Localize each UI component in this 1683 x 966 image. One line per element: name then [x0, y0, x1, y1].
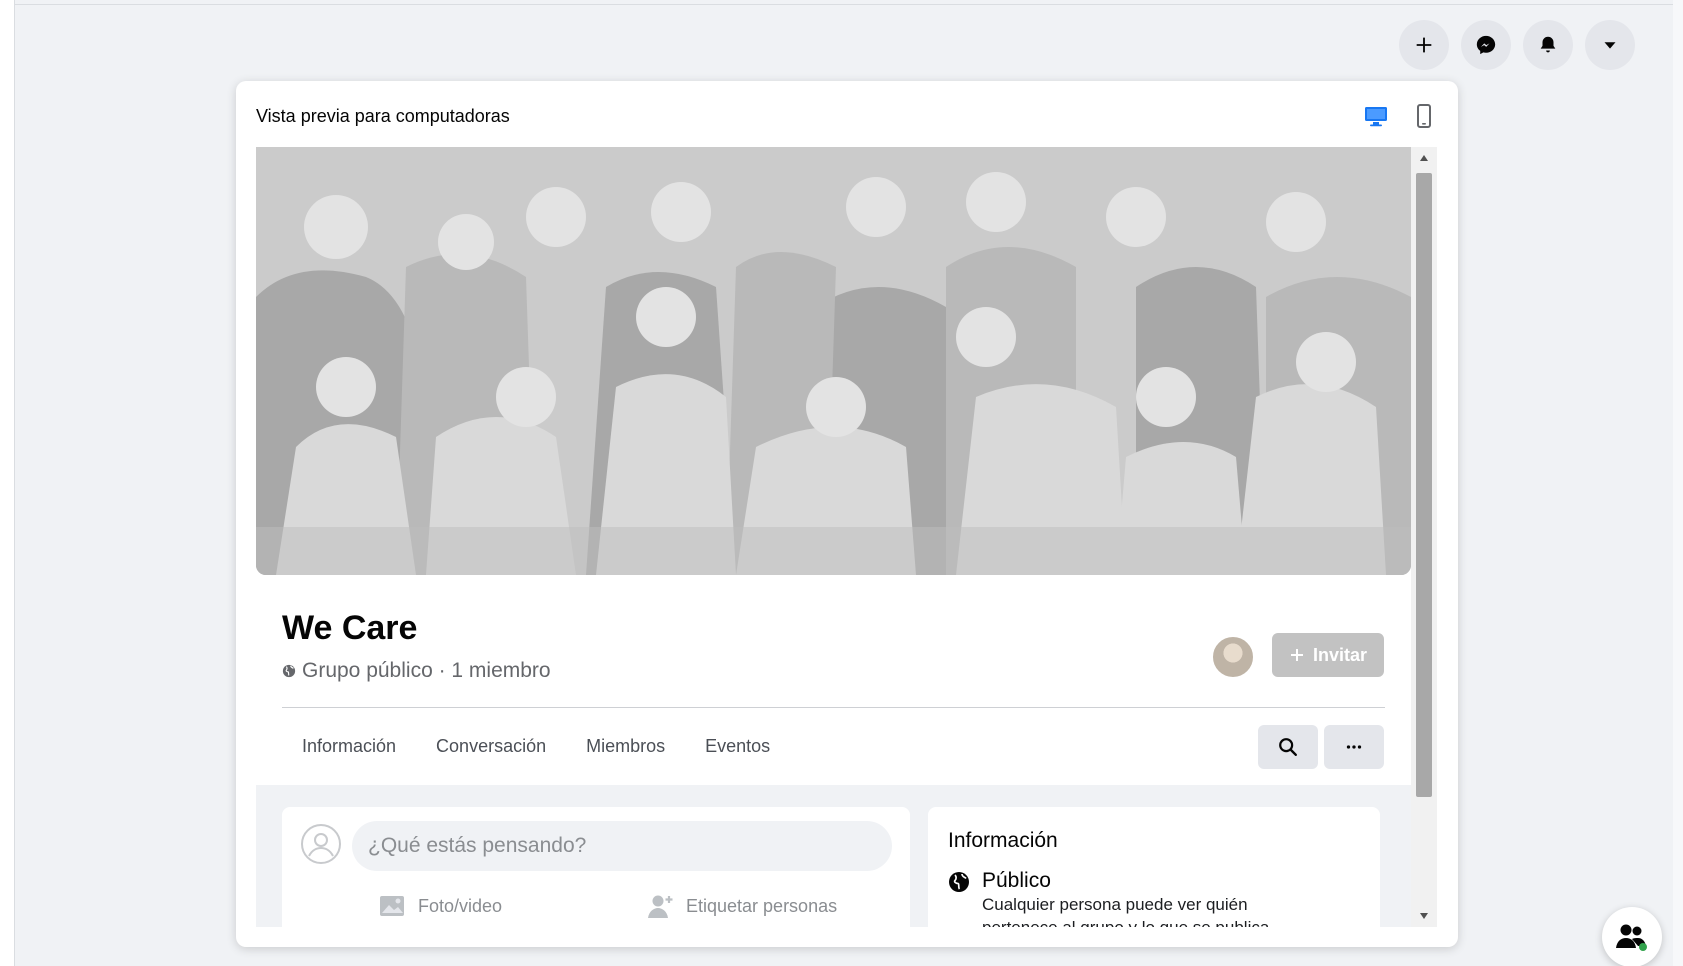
header-divider — [282, 707, 1385, 708]
right-edge-panel — [1673, 0, 1683, 966]
group-name: We Care — [282, 609, 418, 647]
user-avatar-icon — [301, 824, 341, 864]
group-preview-viewport: We Care Grupo público · 1 miembro Invita… — [256, 147, 1437, 927]
people-icon — [1616, 924, 1647, 951]
messenger-icon — [1476, 35, 1496, 55]
account-menu-button[interactable] — [1585, 20, 1635, 70]
top-action-bar — [1399, 20, 1635, 70]
messenger-button[interactable] — [1461, 20, 1511, 70]
preview-scrollbar[interactable] — [1411, 147, 1437, 927]
monitor-icon[interactable] — [1362, 102, 1390, 130]
photo-video-label: Foto/video — [418, 895, 503, 916]
search-icon — [1279, 738, 1297, 756]
scroll-thumb[interactable] — [1416, 173, 1432, 797]
globe-icon — [949, 872, 969, 892]
group-meta: Grupo público · 1 miembro — [282, 659, 551, 683]
tab-miembros[interactable]: Miembros — [566, 736, 685, 757]
scroll-down-arrow-icon — [1420, 913, 1428, 919]
tag-people-icon — [648, 895, 673, 918]
left-edge-panel — [0, 0, 15, 966]
preview-scroll-area[interactable]: We Care Grupo público · 1 miembro Invita… — [256, 147, 1411, 927]
info-card: Información Público Cualquier persona pu… — [928, 807, 1380, 927]
tab-conversacion[interactable]: Conversación — [416, 736, 566, 757]
cover-photo — [256, 147, 1411, 575]
photo-video-button[interactable]: Foto/video — [378, 893, 502, 919]
tab-eventos[interactable]: Eventos — [685, 736, 790, 757]
notifications-button[interactable] — [1523, 20, 1573, 70]
invite-button[interactable]: Invitar — [1272, 633, 1384, 677]
top-divider — [15, 4, 1683, 5]
more-options-button[interactable] — [1324, 725, 1384, 769]
more-dots-icon — [1346, 745, 1362, 749]
create-button[interactable] — [1399, 20, 1449, 70]
member-avatar[interactable] — [1211, 635, 1255, 679]
group-meta-text: Grupo público · 1 miembro — [302, 659, 551, 682]
post-input[interactable]: ¿Qué estás pensando? — [352, 821, 892, 871]
device-toggle-group — [1362, 102, 1438, 130]
bell-icon — [1540, 36, 1556, 53]
desktop-preview-card: Vista previa para computadoras We Care G… — [236, 81, 1458, 947]
scroll-down-button[interactable] — [1411, 905, 1437, 927]
plus-icon — [1416, 37, 1432, 53]
scroll-up-arrow-icon — [1420, 155, 1428, 161]
tag-people-label: Etiquetar personas — [686, 895, 838, 916]
preview-header: Vista previa para computadoras — [256, 101, 1438, 131]
tab-informacion[interactable]: Información — [282, 736, 416, 757]
phone-icon[interactable] — [1410, 102, 1438, 130]
plus-icon — [1290, 649, 1303, 661]
info-title: Información — [948, 829, 1058, 852]
cover-illustration — [256, 147, 1411, 575]
tag-people-button[interactable]: Etiquetar personas — [646, 893, 837, 919]
caret-down-icon — [1604, 42, 1616, 49]
preview-title: Vista previa para computadoras — [256, 105, 510, 126]
group-search-button[interactable] — [1258, 725, 1318, 769]
photo-icon — [380, 896, 404, 916]
group-tabs: Información Conversación Miembros Evento… — [282, 719, 790, 773]
privacy-label: Público — [982, 869, 1051, 892]
privacy-description: Cualquier persona puede ver quién perten… — [982, 895, 1274, 927]
invite-label: Invitar — [1312, 644, 1368, 665]
scroll-up-button[interactable] — [1411, 147, 1437, 169]
globe-icon — [282, 664, 296, 678]
privacy-row: Público Cualquier persona puede ver quié… — [948, 869, 1312, 927]
contacts-button[interactable] — [1602, 907, 1662, 966]
post-composer: ¿Qué estás pensando? Foto/video Etiqueta… — [282, 807, 910, 927]
